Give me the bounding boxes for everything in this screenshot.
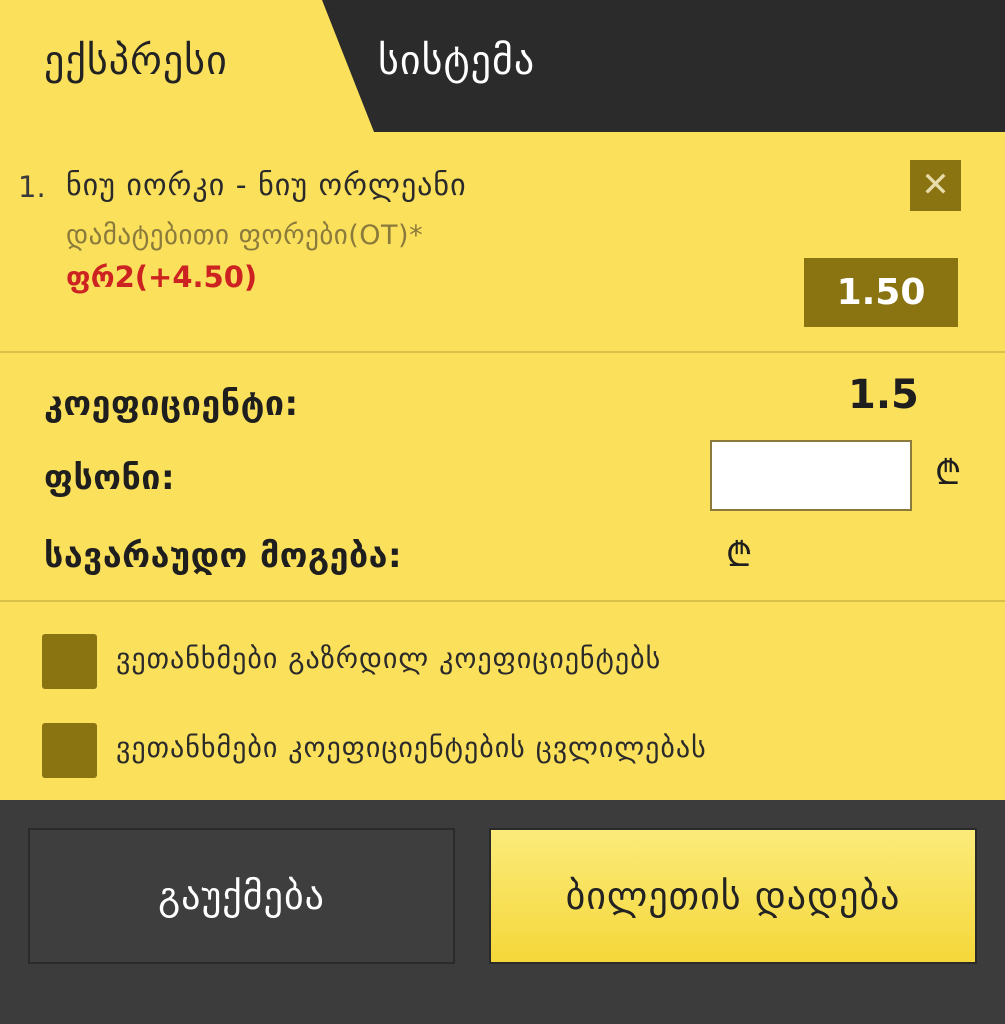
accept-increased-odds-label: ვეთანხმები გაზრდილ კოეფიციენტებს — [116, 642, 662, 675]
action-bar: გაუქმება ბილეთის დადება — [0, 800, 1005, 1024]
remove-bet-button[interactable]: ✕ — [910, 160, 961, 211]
bet-match-title: ნიუ იორკი - ნიუ ორლეანი — [66, 168, 467, 203]
stake-label: ფსონი: — [44, 458, 176, 498]
potential-win-label: სავარაუდო მოგება: — [44, 536, 403, 576]
coefficient-label: კოეფიციენტი: — [44, 384, 299, 424]
close-icon: ✕ — [921, 165, 950, 205]
divider — [0, 600, 1005, 602]
accept-odds-changes-label: ვეთანხმები კოეფიციენტების ცვლილებას — [116, 731, 707, 764]
stake-input[interactable] — [710, 440, 912, 511]
accept-odds-changes-checkbox[interactable] — [42, 723, 97, 778]
coefficient-value: 1.5 — [848, 372, 919, 418]
cancel-button[interactable]: გაუქმება — [28, 828, 455, 964]
bet-odds: 1.50 — [804, 258, 958, 327]
bet-index: 1. — [18, 170, 46, 204]
bet-market: დამატებითი ფორები(OT)* — [66, 220, 424, 251]
bet-outcome: ფრ2(+4.50) — [66, 260, 258, 294]
divider — [0, 351, 1005, 353]
tab-system[interactable]: სისტემა — [378, 38, 535, 84]
tab-express[interactable]: ექსპრესი — [44, 38, 228, 84]
accept-increased-odds-checkbox[interactable] — [42, 634, 97, 689]
lari-currency-icon: ₾ — [935, 453, 962, 493]
place-bet-button[interactable]: ბილეთის დადება — [489, 828, 977, 964]
tab-bar: ექსპრესი სისტემა — [0, 0, 1005, 132]
bet-item: 1. ნიუ იორკი - ნიუ ორლეანი დამატებითი ფო… — [0, 132, 1005, 351]
lari-currency-icon: ₾ — [726, 535, 753, 575]
